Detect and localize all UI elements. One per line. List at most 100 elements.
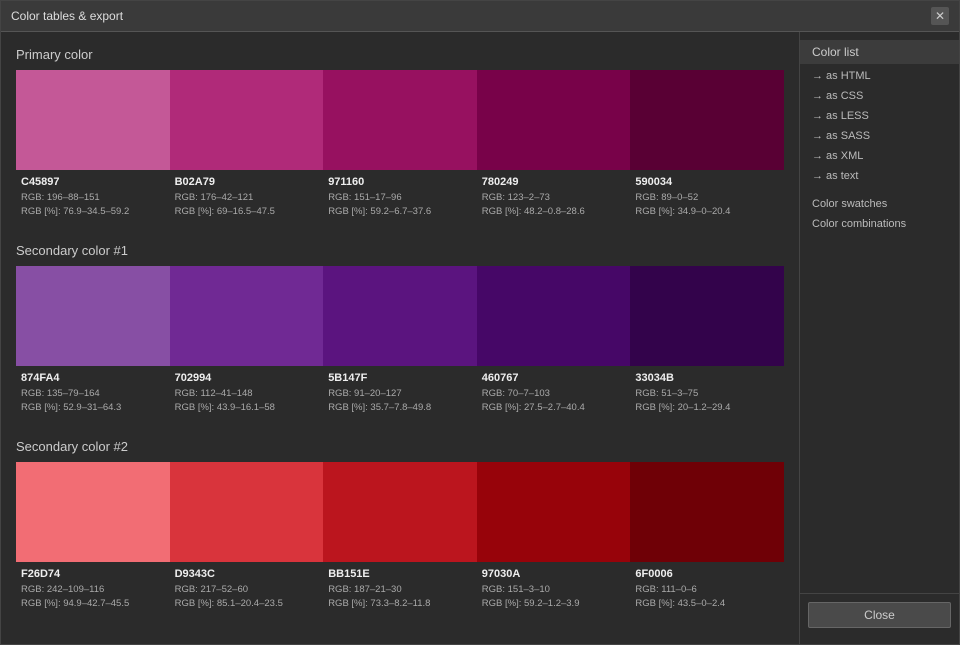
sidebar-export-item[interactable]: → as CSS (800, 86, 959, 106)
color-swatch[interactable]: 33034B RGB: 51–3–75 RGB [%]: 20–1.2–29.4 (630, 266, 784, 419)
swatch-rgbp: RGB [%]: 76.9–34.5–59.2 (21, 205, 165, 219)
color-swatch[interactable]: 702994 RGB: 112–41–148 RGB [%]: 43.9–16.… (170, 266, 324, 419)
dialog-title: Color tables & export (11, 9, 123, 23)
swatch-rgb: RGB: 217–52–60 (175, 583, 319, 597)
swatch-hex: 6F0006 (635, 566, 779, 583)
swatch-rgb: RGB: 70–7–103 (482, 387, 626, 401)
color-swatch[interactable]: 874FA4 RGB: 135–79–164 RGB [%]: 52.9–31–… (16, 266, 170, 419)
swatch-info: 971160 RGB: 151–17–96 RGB [%]: 59.2–6.7–… (323, 170, 477, 223)
swatch-color-block (477, 266, 631, 366)
swatch-color-block (16, 70, 170, 170)
swatch-info: BB151E RGB: 187–21–30 RGB [%]: 73.3–8.2–… (323, 562, 477, 615)
swatch-hex: 971160 (328, 174, 472, 191)
sidebar-export-item[interactable]: → as LESS (800, 106, 959, 126)
color-swatch[interactable]: 6F0006 RGB: 111–0–6 RGB [%]: 43.5–0–2.4 (630, 462, 784, 615)
swatch-info: F26D74 RGB: 242–109–116 RGB [%]: 94.9–42… (16, 562, 170, 615)
main-content: Primary color C45897 RGB: 196–88–151 RGB… (1, 32, 799, 644)
secondary-color2-title: Secondary color #2 (16, 439, 784, 454)
swatch-color-block (323, 462, 477, 562)
title-bar: Color tables & export ✕ (1, 1, 959, 32)
dialog-close-button[interactable]: ✕ (931, 7, 949, 25)
sidebar-color-swatches[interactable]: Color swatches (800, 194, 959, 214)
color-swatch[interactable]: B02A79 RGB: 176–42–121 RGB [%]: 69–16.5–… (170, 70, 324, 223)
swatch-color-block (170, 462, 324, 562)
swatch-rgb: RGB: 135–79–164 (21, 387, 165, 401)
swatch-color-block (630, 462, 784, 562)
color-swatch[interactable]: BB151E RGB: 187–21–30 RGB [%]: 73.3–8.2–… (323, 462, 477, 615)
swatch-rgbp: RGB [%]: 52.9–31–64.3 (21, 401, 165, 415)
swatch-color-block (630, 266, 784, 366)
color-swatch[interactable]: C45897 RGB: 196–88–151 RGB [%]: 76.9–34.… (16, 70, 170, 223)
secondary-color2-swatches: F26D74 RGB: 242–109–116 RGB [%]: 94.9–42… (16, 462, 784, 615)
primary-color-title: Primary color (16, 47, 784, 62)
close-button[interactable]: Close (808, 602, 951, 628)
color-swatch[interactable]: D9343C RGB: 217–52–60 RGB [%]: 85.1–20.4… (170, 462, 324, 615)
color-swatch[interactable]: 780249 RGB: 123–2–73 RGB [%]: 48.2–0.8–2… (477, 70, 631, 223)
swatch-hex: 5B147F (328, 370, 472, 387)
color-swatch[interactable]: 590034 RGB: 89–0–52 RGB [%]: 34.9–0–20.4 (630, 70, 784, 223)
secondary-color1-title: Secondary color #1 (16, 243, 784, 258)
swatch-info: 97030A RGB: 151–3–10 RGB [%]: 59.2–1.2–3… (477, 562, 631, 615)
color-swatch[interactable]: 971160 RGB: 151–17–96 RGB [%]: 59.2–6.7–… (323, 70, 477, 223)
swatch-info: 6F0006 RGB: 111–0–6 RGB [%]: 43.5–0–2.4 (630, 562, 784, 615)
sidebar-color-list-title: Color list (800, 40, 959, 64)
swatch-hex: F26D74 (21, 566, 165, 583)
swatch-hex: BB151E (328, 566, 472, 583)
swatch-rgb: RGB: 51–3–75 (635, 387, 779, 401)
swatch-color-block (170, 266, 324, 366)
swatch-rgb: RGB: 111–0–6 (635, 583, 779, 597)
swatch-hex: 460767 (482, 370, 626, 387)
swatch-rgbp: RGB [%]: 43.5–0–2.4 (635, 597, 779, 611)
swatch-rgbp: RGB [%]: 73.3–8.2–11.8 (328, 597, 472, 611)
swatch-info: 5B147F RGB: 91–20–127 RGB [%]: 35.7–7.8–… (323, 366, 477, 419)
sidebar-export-item[interactable]: → as XML (800, 146, 959, 166)
swatch-color-block (477, 70, 631, 170)
swatch-color-block (323, 266, 477, 366)
color-swatch[interactable]: F26D74 RGB: 242–109–116 RGB [%]: 94.9–42… (16, 462, 170, 615)
swatch-hex: 590034 (635, 174, 779, 191)
swatch-hex: 702994 (175, 370, 319, 387)
swatch-rgbp: RGB [%]: 59.2–6.7–37.6 (328, 205, 472, 219)
swatch-color-block (16, 266, 170, 366)
swatch-rgbp: RGB [%]: 69–16.5–47.5 (175, 205, 319, 219)
secondary-color2-section: Secondary color #2 F26D74 RGB: 242–109–1… (16, 439, 784, 615)
sidebar-export-item[interactable]: → as SASS (800, 126, 959, 146)
swatch-color-block (323, 70, 477, 170)
color-swatch[interactable]: 460767 RGB: 70–7–103 RGB [%]: 27.5–2.7–4… (477, 266, 631, 419)
swatch-color-block (630, 70, 784, 170)
swatch-rgbp: RGB [%]: 43.9–16.1–58 (175, 401, 319, 415)
swatch-info: D9343C RGB: 217–52–60 RGB [%]: 85.1–20.4… (170, 562, 324, 615)
sidebar-color-combinations[interactable]: Color combinations (800, 214, 959, 234)
swatch-info: 874FA4 RGB: 135–79–164 RGB [%]: 52.9–31–… (16, 366, 170, 419)
primary-color-swatches: C45897 RGB: 196–88–151 RGB [%]: 76.9–34.… (16, 70, 784, 223)
swatch-info: C45897 RGB: 196–88–151 RGB [%]: 76.9–34.… (16, 170, 170, 223)
swatch-rgbp: RGB [%]: 94.9–42.7–45.5 (21, 597, 165, 611)
swatch-hex: 33034B (635, 370, 779, 387)
swatch-color-block (170, 70, 324, 170)
sidebar: Color list → as HTML→ as CSS→ as LESS→ a… (799, 32, 959, 644)
swatch-hex: D9343C (175, 566, 319, 583)
swatch-hex: B02A79 (175, 174, 319, 191)
swatch-info: 460767 RGB: 70–7–103 RGB [%]: 27.5–2.7–4… (477, 366, 631, 419)
swatch-rgb: RGB: 242–109–116 (21, 583, 165, 597)
swatch-rgb: RGB: 91–20–127 (328, 387, 472, 401)
swatch-info: B02A79 RGB: 176–42–121 RGB [%]: 69–16.5–… (170, 170, 324, 223)
swatch-rgbp: RGB [%]: 34.9–0–20.4 (635, 205, 779, 219)
swatch-hex: C45897 (21, 174, 165, 191)
color-swatch[interactable]: 5B147F RGB: 91–20–127 RGB [%]: 35.7–7.8–… (323, 266, 477, 419)
swatch-info: 702994 RGB: 112–41–148 RGB [%]: 43.9–16.… (170, 366, 324, 419)
swatch-rgb: RGB: 89–0–52 (635, 191, 779, 205)
swatch-rgb: RGB: 112–41–148 (175, 387, 319, 401)
swatch-info: 780249 RGB: 123–2–73 RGB [%]: 48.2–0.8–2… (477, 170, 631, 223)
sidebar-export-item[interactable]: → as HTML (800, 66, 959, 86)
swatch-rgbp: RGB [%]: 20–1.2–29.4 (635, 401, 779, 415)
swatch-rgb: RGB: 123–2–73 (482, 191, 626, 205)
sidebar-export-item[interactable]: → as text (800, 166, 959, 186)
color-swatch[interactable]: 97030A RGB: 151–3–10 RGB [%]: 59.2–1.2–3… (477, 462, 631, 615)
swatch-rgb: RGB: 187–21–30 (328, 583, 472, 597)
swatch-rgb: RGB: 151–3–10 (482, 583, 626, 597)
dialog-body: Primary color C45897 RGB: 196–88–151 RGB… (1, 32, 959, 644)
swatch-hex: 780249 (482, 174, 626, 191)
swatch-rgbp: RGB [%]: 48.2–0.8–28.6 (482, 205, 626, 219)
swatch-hex: 874FA4 (21, 370, 165, 387)
